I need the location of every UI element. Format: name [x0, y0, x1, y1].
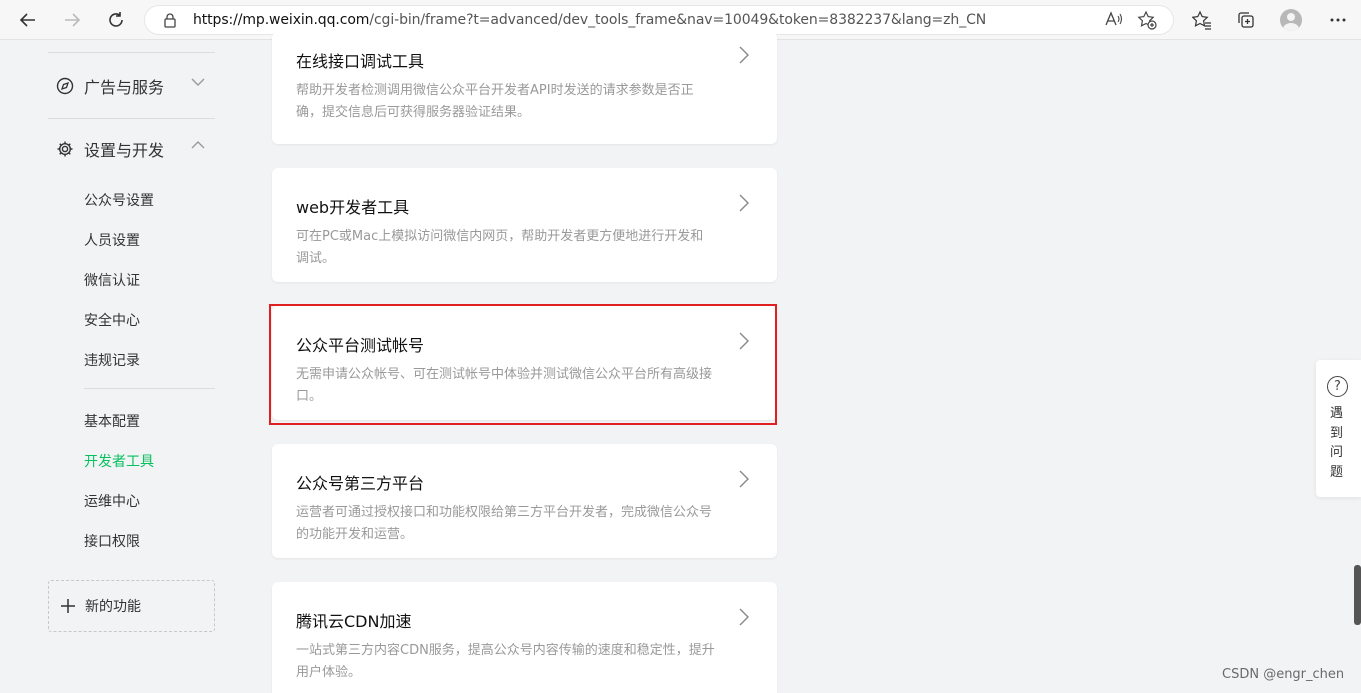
- sidebar-group-settings-dev[interactable]: 设置与开发: [56, 137, 205, 161]
- card-description: 运营者可通过授权接口和功能权限给第三方平台开发者，完成微信公众号的功能开发和运营…: [296, 505, 713, 542]
- collections-icon: [1238, 12, 1254, 28]
- sidebar-item-developer-tools[interactable]: 开发者工具: [84, 451, 154, 471]
- refresh-button[interactable]: [102, 6, 130, 34]
- compass-icon: [56, 77, 74, 95]
- new-feature-button[interactable]: 新的功能: [48, 580, 215, 632]
- more-dots-icon: [1330, 18, 1346, 22]
- sidebar-group-label: 广告与服务: [84, 78, 165, 97]
- new-feature-label: 新的功能: [85, 599, 141, 615]
- favorites-star-icon: [1192, 10, 1211, 30]
- card-tencent-cdn[interactable]: 腾讯云CDN加速 一站式第三方内容CDN服务，提高公众号内容传输的速度和稳定性，…: [272, 582, 777, 693]
- sidebar-item-basic-config[interactable]: 基本配置: [84, 411, 140, 431]
- card-online-api-debug[interactable]: 在线接口调试工具 帮助开发者检测调用微信公众平台开发者API时发送的请求参数是否…: [272, 32, 777, 144]
- card-web-dev-tools[interactable]: web开发者工具 可在PC或Mac上模拟访问微信内网页，帮助开发者更方便地进行开…: [272, 168, 777, 282]
- card-title: 公众平台测试帐号: [296, 336, 425, 355]
- back-button[interactable]: [14, 6, 42, 34]
- chevron-right-icon: [739, 470, 749, 493]
- card-title: 腾讯云CDN加速: [296, 612, 412, 631]
- url-host: https://mp.weixin.qq.com: [193, 12, 370, 28]
- page-content: 广告与服务 设置与开发 公众号设置 人员设置 微信认证 安全中心 违规记录 基本…: [0, 32, 1361, 693]
- card-title: 在线接口调试工具: [296, 52, 425, 71]
- sidebar: 广告与服务 设置与开发 公众号设置 人员设置 微信认证 安全中心 违规记录 基本…: [0, 40, 240, 693]
- gear-icon: [56, 140, 74, 158]
- divider: [48, 118, 215, 119]
- question-icon: ?: [1327, 376, 1348, 397]
- help-label: 遇到问题: [1330, 406, 1344, 480]
- profile-avatar[interactable]: [1280, 9, 1302, 31]
- address-bar[interactable]: https://mp.weixin.qq.com/cgi-bin/frame?t…: [144, 5, 1174, 35]
- divider: [48, 52, 215, 53]
- read-aloud-icon[interactable]: [1105, 11, 1123, 31]
- plus-icon: [61, 594, 75, 618]
- sidebar-group-label: 设置与开发: [84, 141, 165, 160]
- watermark: CSDN @engr_chen: [1222, 667, 1345, 682]
- card-description: 一站式第三方内容CDN服务，提高公众号内容传输的速度和稳定性，提升用户体验。: [296, 643, 715, 680]
- chevron-right-icon: [739, 46, 749, 69]
- more-menu-button[interactable]: [1324, 6, 1352, 34]
- sidebar-item-security-center[interactable]: 安全中心: [84, 310, 140, 330]
- chevron-down-icon: [190, 74, 206, 94]
- card-title: web开发者工具: [296, 198, 410, 217]
- url-text: https://mp.weixin.qq.com/cgi-bin/frame?t…: [193, 12, 986, 28]
- chevron-right-icon: [739, 608, 749, 631]
- add-favorite-icon[interactable]: [1137, 10, 1157, 34]
- card-test-account[interactable]: 公众平台测试帐号 无需申请公众帐号、可在测试帐号中体验并测试微信公众平台所有高级…: [272, 306, 777, 420]
- card-description: 可在PC或Mac上模拟访问微信内网页，帮助开发者更方便地进行开发和调试。: [296, 229, 704, 266]
- back-arrow-icon: [19, 13, 35, 27]
- help-float-button[interactable]: ? 遇到问题: [1316, 360, 1361, 497]
- collections-button[interactable]: [1232, 6, 1260, 34]
- favorites-button[interactable]: [1188, 6, 1216, 34]
- sidebar-item-staff-settings[interactable]: 人员设置: [84, 230, 140, 250]
- forward-button[interactable]: [58, 6, 86, 34]
- card-description: 无需申请公众帐号、可在测试帐号中体验并测试微信公众平台所有高级接口。: [296, 367, 713, 404]
- sidebar-item-ops-center[interactable]: 运维中心: [84, 491, 140, 511]
- refresh-icon: [109, 12, 123, 27]
- url-path: /cgi-bin/frame?t=advanced/dev_tools_fram…: [369, 12, 987, 28]
- card-description: 帮助开发者检测调用微信公众平台开发者API时发送的请求参数是否正确，提交信息后可…: [296, 83, 694, 120]
- sidebar-item-violation-records[interactable]: 违规记录: [84, 350, 140, 370]
- divider: [84, 388, 215, 389]
- chevron-right-icon: [739, 332, 749, 355]
- sidebar-group-ads-services[interactable]: 广告与服务: [56, 74, 205, 98]
- card-third-party-platform[interactable]: 公众号第三方平台 运营者可通过授权接口和功能权限给第三方平台开发者，完成微信公众…: [272, 444, 777, 558]
- sidebar-item-account-settings[interactable]: 公众号设置: [84, 190, 154, 210]
- forward-arrow-icon: [65, 13, 81, 27]
- sidebar-item-wechat-verification[interactable]: 微信认证: [84, 270, 140, 290]
- sidebar-item-api-permissions[interactable]: 接口权限: [84, 531, 140, 551]
- chevron-right-icon: [739, 194, 749, 217]
- lock-icon: [164, 13, 176, 28]
- scrollbar-thumb[interactable]: [1354, 565, 1361, 625]
- chevron-up-icon: [190, 137, 206, 157]
- card-title: 公众号第三方平台: [296, 474, 425, 493]
